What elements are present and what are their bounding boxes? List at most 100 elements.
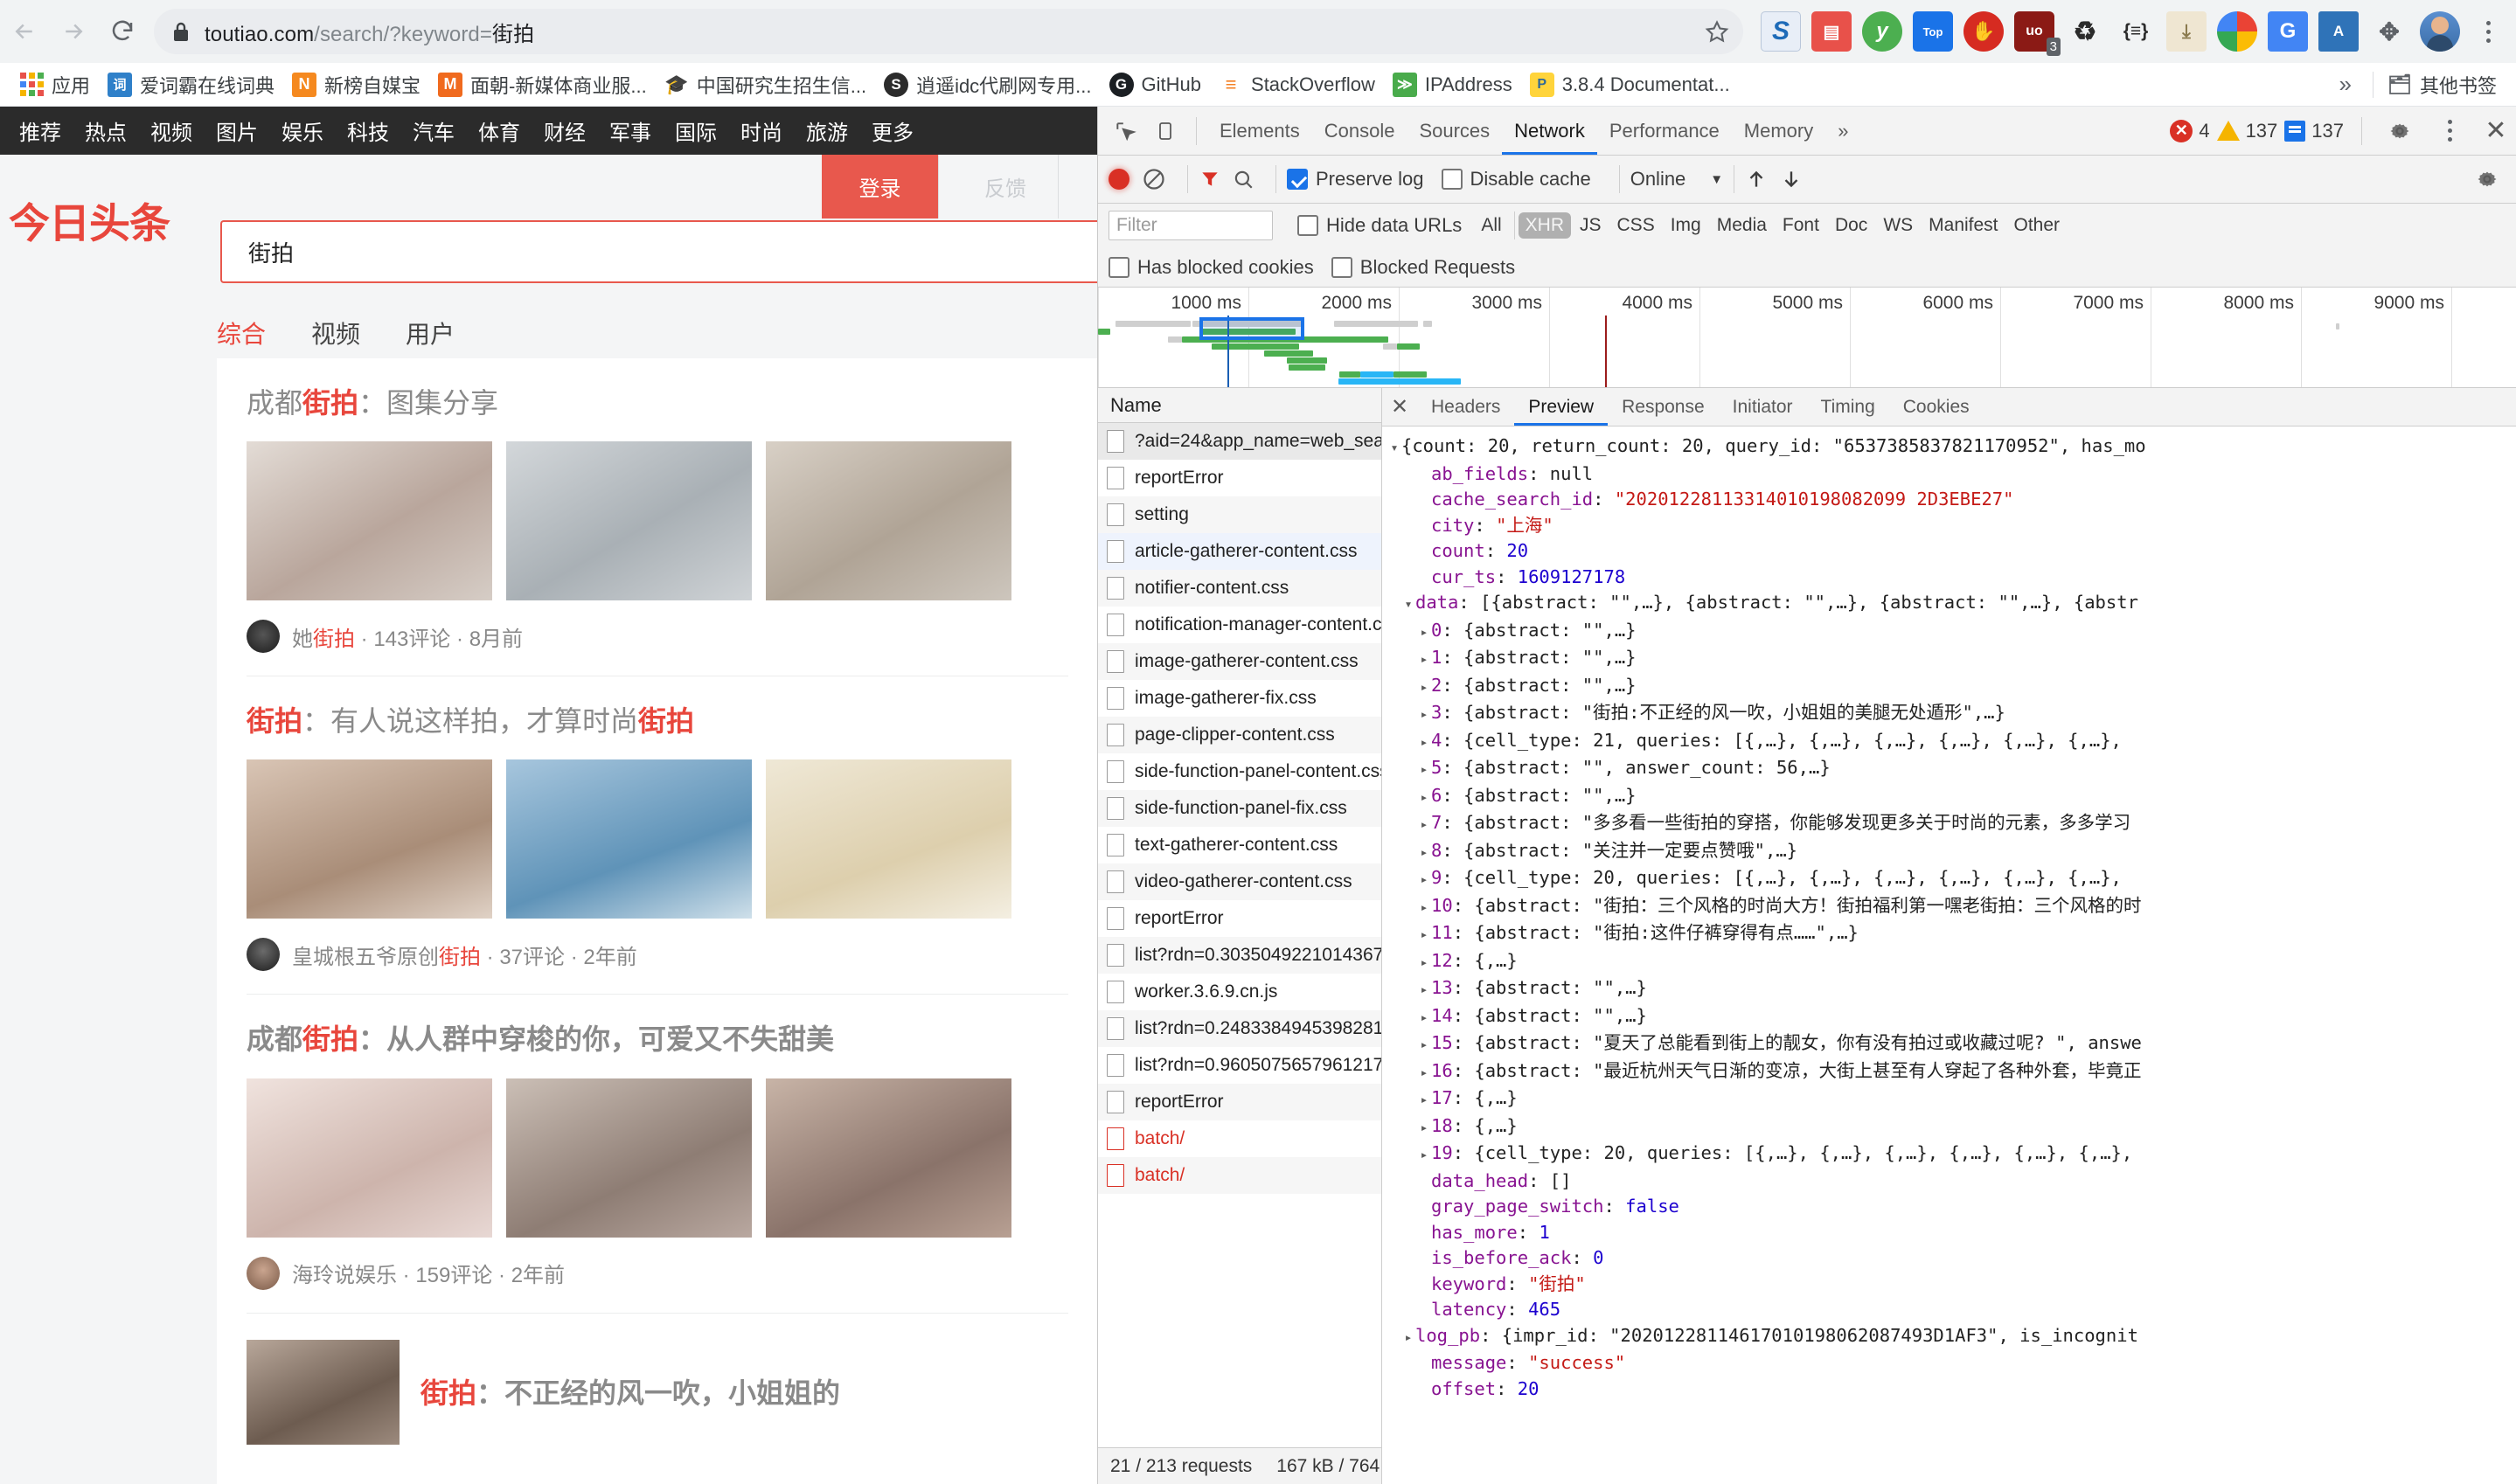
toutiao-logo[interactable]: 今日头条: [9, 190, 170, 250]
json-line[interactable]: gray_page_switch: false: [1387, 1194, 2516, 1220]
json-line[interactable]: offset: 20: [1387, 1377, 2516, 1403]
bookmark-other-folder[interactable]: 🗂 其他书签: [2379, 67, 2506, 102]
filter-type-manifest[interactable]: Manifest: [1922, 212, 2005, 239]
table-row[interactable]: side-function-panel-content.css: [1098, 753, 1381, 790]
blocked-requests-checkbox[interactable]: Blocked Requests: [1331, 256, 1515, 279]
tab-network[interactable]: Network: [1502, 107, 1597, 155]
tab-timing[interactable]: Timing: [1807, 388, 1889, 426]
record-button[interactable]: [1109, 169, 1129, 190]
result-title[interactable]: 街拍：有人说这样拍，才算时尚街拍: [247, 703, 1097, 740]
table-row[interactable]: image-gatherer-fix.css: [1098, 680, 1381, 717]
tab-preview[interactable]: Preview: [1514, 388, 1608, 426]
nav-item-4[interactable]: 娱乐: [281, 115, 323, 146]
request-checkbox[interactable]: [1107, 503, 1124, 526]
json-line[interactable]: message: "success": [1387, 1350, 2516, 1377]
google-translate-icon[interactable]: G: [2268, 11, 2308, 52]
device-toolbar-icon[interactable]: [1145, 111, 1185, 151]
request-checkbox[interactable]: [1107, 614, 1124, 636]
table-row[interactable]: setting: [1098, 496, 1381, 533]
json-line[interactable]: has_more: 1: [1387, 1220, 2516, 1246]
bookmark-item-python-docs[interactable]: P 3.8.4 Documentat...: [1521, 67, 1739, 102]
tab-video[interactable]: 视频: [311, 316, 360, 350]
nav-item-8[interactable]: 财经: [544, 115, 586, 146]
feedback-button[interactable]: 反馈: [953, 155, 1058, 218]
thumbnail-image[interactable]: [766, 1078, 1011, 1238]
nav-item-1[interactable]: 热点: [85, 115, 127, 146]
json-preview-tree[interactable]: ▾{count: 20, return_count: 20, query_id:…: [1382, 426, 2516, 1484]
devtools-menu-icon[interactable]: [2430, 111, 2469, 151]
tab-elements[interactable]: Elements: [1207, 107, 1312, 155]
has-blocked-cookies-checkbox[interactable]: Has blocked cookies: [1109, 256, 1314, 279]
filter-type-ws[interactable]: WS: [1876, 212, 1920, 239]
request-checkbox[interactable]: [1107, 870, 1124, 893]
error-counter[interactable]: ✕ 4: [2170, 120, 2209, 142]
filter-type-media[interactable]: Media: [1710, 212, 1774, 239]
request-checkbox[interactable]: [1107, 1164, 1124, 1187]
list-item[interactable]: 成都街拍：图集分享 她街拍 · 143评论 · 8月前: [217, 358, 1097, 653]
table-row[interactable]: reportError: [1098, 1084, 1381, 1120]
json-line[interactable]: ▸16: {abstract: "最近杭州天气日渐的变凉，大街上甚至有人穿起了各…: [1387, 1058, 2516, 1086]
request-checkbox[interactable]: [1107, 430, 1124, 453]
table-row[interactable]: image-gatherer-content.css: [1098, 643, 1381, 680]
table-row[interactable]: reportError: [1098, 460, 1381, 496]
nav-item-2[interactable]: 视频: [150, 115, 192, 146]
close-detail-icon[interactable]: ✕: [1382, 388, 1417, 426]
tab-user[interactable]: 用户: [406, 316, 455, 350]
json-line[interactable]: ▸10: {abstract: "街拍：三个风格的时尚大方！街拍福利第一嘿老街拍…: [1387, 893, 2516, 921]
thumbnail-image[interactable]: [506, 1078, 752, 1238]
table-row[interactable]: page-clipper-content.css: [1098, 717, 1381, 753]
tab-headers[interactable]: Headers: [1417, 388, 1514, 426]
puzzle-extensions-icon[interactable]: ✥: [2369, 11, 2409, 52]
request-checkbox[interactable]: [1107, 650, 1124, 673]
bookmark-item-3[interactable]: M 面朝-新媒体商业服...: [429, 67, 656, 102]
tab-performance[interactable]: Performance: [1597, 107, 1732, 155]
table-row[interactable]: batch/: [1098, 1120, 1381, 1157]
json-line[interactable]: ▸4: {cell_type: 21, queries: [{,…}, {,…}…: [1387, 728, 2516, 756]
bookmark-item-2[interactable]: N 新榜自媒宝: [283, 67, 429, 102]
bookmark-item-1[interactable]: 词 爱词霸在线词典: [99, 67, 283, 102]
tab-sources[interactable]: Sources: [1407, 107, 1502, 155]
reload-icon[interactable]: [98, 7, 147, 56]
json-line[interactable]: ▸2: {abstract: "",…}: [1387, 673, 2516, 701]
result-title[interactable]: 成都街拍：图集分享: [247, 385, 1097, 422]
request-checkbox[interactable]: [1107, 907, 1124, 930]
json-line[interactable]: count: 20: [1387, 538, 2516, 565]
nav-item-11[interactable]: 时尚: [740, 115, 782, 146]
bookmark-item-4[interactable]: 🎓 中国研究生招生信...: [656, 67, 875, 102]
table-row[interactable]: ?aid=24&app_name=web_search&offset=0&for…: [1098, 423, 1381, 460]
profile-avatar[interactable]: [2420, 11, 2460, 52]
thumbnail-image[interactable]: [766, 759, 1011, 919]
nav-item-0[interactable]: 推荐: [19, 115, 61, 146]
json-line[interactable]: ▸15: {abstract: "夏天了总能看到街上的靓女，你有没有拍过或收藏过…: [1387, 1030, 2516, 1058]
inspect-element-icon[interactable]: [1105, 111, 1145, 151]
request-checkbox[interactable]: [1107, 1127, 1124, 1150]
hide-data-urls-checkbox[interactable]: Hide data URLs: [1297, 214, 1462, 237]
dictionary-extension-icon[interactable]: A: [2318, 11, 2359, 52]
table-row[interactable]: reportError: [1098, 900, 1381, 937]
clear-button[interactable]: [1142, 167, 1166, 191]
bookmark-item-github[interactable]: G GitHub: [1101, 67, 1210, 102]
timeline-selection-window[interactable]: [1199, 317, 1304, 340]
table-row[interactable]: article-gatherer-content.css: [1098, 533, 1381, 570]
bookmark-star-icon[interactable]: [1705, 19, 1729, 48]
export-har-button[interactable]: [1780, 167, 1803, 191]
filter-type-js[interactable]: JS: [1573, 212, 1609, 239]
request-checkbox[interactable]: [1107, 797, 1124, 820]
tab-console[interactable]: Console: [1312, 107, 1407, 155]
thumbnail-image[interactable]: [506, 759, 752, 919]
request-checkbox[interactable]: [1107, 540, 1124, 563]
import-har-button[interactable]: [1745, 167, 1768, 191]
json-line[interactable]: ▸8: {abstract: "关注并一定要点赞哦",…}: [1387, 838, 2516, 866]
json-line[interactable]: city: "上海": [1387, 513, 2516, 539]
request-checkbox[interactable]: [1107, 834, 1124, 856]
filter-type-xhr[interactable]: XHR: [1519, 212, 1571, 239]
json-line[interactable]: ▸0: {abstract: "",…}: [1387, 618, 2516, 646]
json-root-line[interactable]: ▾{count: 20, return_count: 20, query_id:…: [1387, 433, 2516, 461]
json-line[interactable]: ▾data: [{abstract: "",…}, {abstract: "",…: [1387, 590, 2516, 618]
throttle-select[interactable]: Online ▼: [1630, 168, 1723, 191]
request-checkbox[interactable]: [1107, 1054, 1124, 1077]
request-checkbox[interactable]: [1107, 760, 1124, 783]
close-icon[interactable]: ✕: [2476, 111, 2516, 151]
json-line[interactable]: ▸13: {abstract: "",…}: [1387, 975, 2516, 1003]
json-line[interactable]: data_head: []: [1387, 1168, 2516, 1195]
